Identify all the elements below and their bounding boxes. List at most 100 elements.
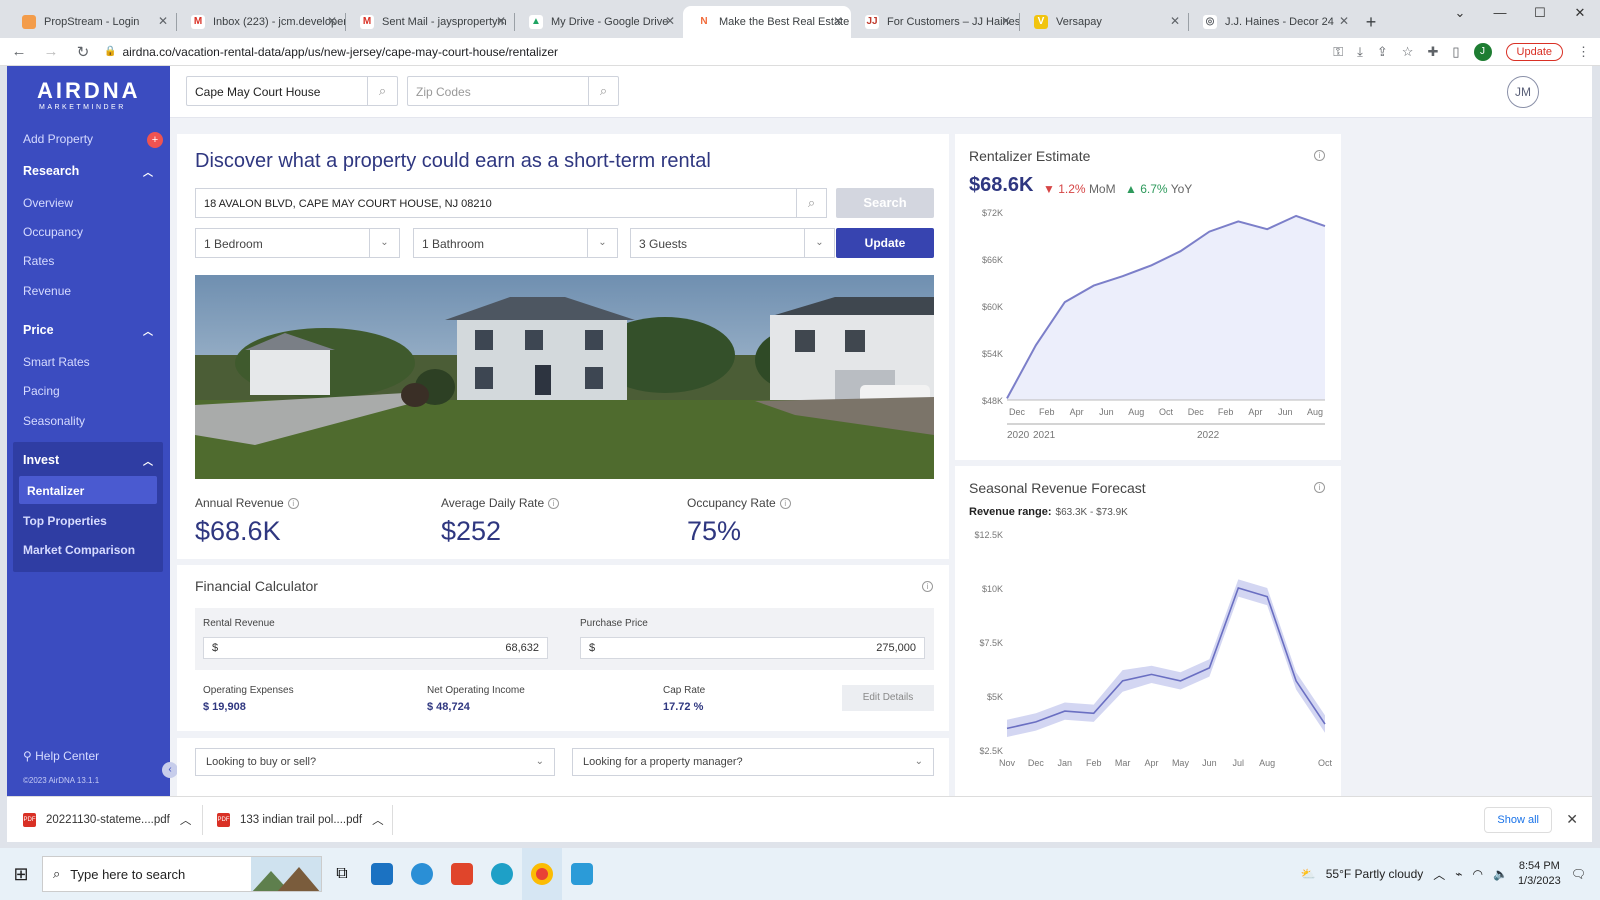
buy-sell-dropdown[interactable]: Looking to buy or sell? ⌄ bbox=[195, 748, 555, 776]
close-tab-icon[interactable]: ✕ bbox=[1339, 14, 1349, 28]
browser-update-button[interactable]: Update bbox=[1505, 42, 1563, 61]
tab-google-drive[interactable]: ▲ My Drive - Google Drive ✕ bbox=[515, 6, 683, 38]
sidebar-item-occupancy[interactable]: Occupancy bbox=[23, 225, 83, 239]
tab-sent-mail[interactable]: M Sent Mail - jayspropertym ✕ bbox=[346, 6, 514, 38]
tab-jj-haines-decor[interactable]: ◎ J.J. Haines - Decor 24 ✕ bbox=[1189, 6, 1357, 38]
tab-versapay[interactable]: V Versapay ✕ bbox=[1020, 6, 1188, 38]
maximize-icon[interactable]: ☐ bbox=[1520, 0, 1560, 30]
info-icon[interactable]: i bbox=[548, 498, 560, 510]
puzzle-extension-icon[interactable]: ✚ bbox=[1427, 44, 1438, 60]
sidebar-item-smart-rates[interactable]: Smart Rates bbox=[23, 355, 90, 369]
taskbar-search-box[interactable]: ⌕ Type here to search bbox=[42, 856, 322, 892]
close-tab-icon[interactable]: ✕ bbox=[1001, 14, 1011, 28]
tab-inbox[interactable]: M Inbox (223) - jcm.developer ✕ bbox=[177, 6, 345, 38]
side-panel-icon[interactable]: ▯ bbox=[1452, 44, 1459, 60]
close-window-icon[interactable]: ✕ bbox=[1560, 0, 1600, 30]
sidebar-item-seasonality[interactable]: Seasonality bbox=[23, 414, 85, 428]
sidebar-item-pacing[interactable]: Pacing bbox=[23, 384, 60, 398]
key-icon[interactable]: ⚿ bbox=[1333, 44, 1343, 60]
sidebar-add-property[interactable]: Add Property bbox=[23, 132, 93, 146]
office-icon[interactable] bbox=[442, 848, 482, 900]
notifications-icon[interactable]: 🗨 bbox=[1571, 867, 1586, 881]
info-icon[interactable]: i bbox=[922, 581, 933, 592]
volume-icon[interactable]: 🔈 bbox=[1493, 867, 1508, 881]
install-icon[interactable]: ⤓ bbox=[1357, 44, 1363, 60]
collapse-sidebar-icon[interactable]: ‹ bbox=[162, 762, 178, 778]
sidebar-item-market-comparison[interactable]: Market Comparison bbox=[23, 543, 135, 557]
sidebar-item-rates[interactable]: Rates bbox=[23, 254, 54, 268]
share-icon[interactable]: ⇪ bbox=[1377, 44, 1388, 60]
wifi-icon[interactable]: ◠ bbox=[1473, 867, 1483, 881]
search-icon[interactable]: ⌕ bbox=[367, 77, 397, 105]
rental-revenue-input[interactable]: $68,632 bbox=[203, 637, 548, 659]
edit-details-button[interactable]: Edit Details bbox=[842, 685, 934, 711]
profile-avatar[interactable]: J bbox=[1473, 42, 1492, 61]
remote-desktop-icon[interactable] bbox=[562, 848, 602, 900]
info-icon[interactable]: i bbox=[1314, 150, 1325, 161]
download-item[interactable]: PDF 133 indian trail pol....pdf ︿ bbox=[217, 805, 384, 835]
chevron-up-icon[interactable]: ︿ bbox=[372, 812, 384, 828]
kebab-menu-icon[interactable]: ⋮ bbox=[1577, 44, 1590, 60]
tab-airdna-active[interactable]: N Make the Best Real Estate ✕ bbox=[683, 6, 851, 38]
zip-codes-input[interactable]: Zip Codes ⌕ bbox=[407, 76, 619, 106]
network-icon[interactable]: ⌁ bbox=[1455, 867, 1462, 881]
sidebar-section-research[interactable]: Research ︿ bbox=[23, 164, 163, 179]
mail-icon[interactable] bbox=[362, 848, 402, 900]
sidebar-item-rentalizer[interactable]: Rentalizer bbox=[27, 484, 84, 498]
add-plus-icon[interactable]: + bbox=[147, 132, 163, 148]
search-button[interactable]: Search bbox=[836, 188, 934, 218]
sidebar-item-revenue[interactable]: Revenue bbox=[23, 284, 71, 298]
info-icon[interactable]: i bbox=[1314, 482, 1325, 493]
minimize-icon[interactable]: — bbox=[1480, 0, 1520, 30]
tab-jj-haines-customers[interactable]: JJ For Customers – JJ Haines ✕ bbox=[851, 6, 1019, 38]
close-tab-icon[interactable]: ✕ bbox=[665, 14, 675, 28]
download-item[interactable]: PDF 20221130-stateme....pdf ︿ bbox=[23, 805, 191, 835]
close-tab-icon[interactable]: ✕ bbox=[158, 14, 168, 28]
close-download-bar-icon[interactable]: ✕ bbox=[1566, 811, 1578, 828]
close-tab-icon[interactable]: ✕ bbox=[327, 14, 337, 28]
search-icon[interactable]: ⌕ bbox=[588, 77, 618, 105]
edge-icon[interactable] bbox=[482, 848, 522, 900]
city-search-input[interactable]: Cape May Court House ⌕ bbox=[186, 76, 398, 106]
property-manager-dropdown[interactable]: Looking for a property manager? ⌄ bbox=[572, 748, 934, 776]
page-title: Discover what a property could earn as a… bbox=[195, 150, 711, 172]
sidebar-item-top-properties[interactable]: Top Properties bbox=[23, 514, 107, 528]
sidebar-section-price[interactable]: Price ︿ bbox=[23, 323, 163, 338]
address-input[interactable]: 18 AVALON BLVD, CAPE MAY COURT HOUSE, NJ… bbox=[195, 188, 827, 218]
forward-arrow-icon[interactable]: → bbox=[38, 43, 64, 60]
info-icon[interactable]: i bbox=[287, 498, 299, 510]
purchase-price-input[interactable]: $275,000 bbox=[580, 637, 925, 659]
bathrooms-select[interactable]: 1 Bathroom ⌄ bbox=[413, 228, 618, 258]
clock[interactable]: 8:54 PM 1/3/2023 bbox=[1518, 859, 1561, 889]
reload-icon[interactable]: ↻ bbox=[70, 43, 96, 61]
tab-search-chevron-icon[interactable]: ⌄ bbox=[1440, 0, 1480, 30]
close-tab-icon[interactable]: ✕ bbox=[833, 14, 843, 28]
help-center-link[interactable]: ⚲ Help Center bbox=[23, 749, 99, 763]
search-icon[interactable]: ⌕ bbox=[796, 189, 826, 217]
chrome-icon[interactable] bbox=[522, 848, 562, 900]
update-button[interactable]: Update bbox=[836, 228, 934, 258]
weather-icon[interactable]: ⛅ bbox=[1301, 867, 1316, 881]
task-view-icon[interactable]: ⧉ bbox=[322, 848, 362, 900]
url-field[interactable]: 🔒 airdna.co/vacation-rental-data/app/us/n… bbox=[104, 45, 1333, 59]
show-all-downloads-button[interactable]: Show all bbox=[1484, 807, 1552, 833]
guests-select[interactable]: 3 Guests ⌄ bbox=[630, 228, 835, 258]
airdna-logo[interactable]: AIRDNA bbox=[37, 78, 141, 104]
sidebar-item-overview[interactable]: Overview bbox=[23, 196, 73, 210]
windows-start-icon[interactable]: ⊞ bbox=[0, 864, 42, 885]
bedrooms-select[interactable]: 1 Bedroom ⌄ bbox=[195, 228, 400, 258]
edge-legacy-icon[interactable] bbox=[402, 848, 442, 900]
user-avatar[interactable]: JM bbox=[1507, 76, 1539, 108]
info-icon[interactable]: i bbox=[779, 498, 791, 510]
chevron-up-icon[interactable]: ︿ bbox=[1433, 866, 1445, 883]
sidebar-section-invest[interactable]: Invest ︿ bbox=[23, 453, 163, 468]
tab-propstream[interactable]: PropStream - Login ✕ bbox=[8, 6, 176, 38]
weather-text[interactable]: 55°F Partly cloudy bbox=[1326, 867, 1424, 881]
close-tab-icon[interactable]: ✕ bbox=[1170, 14, 1180, 28]
y-tick-label: $12.5K bbox=[974, 530, 1003, 540]
close-tab-icon[interactable]: ✕ bbox=[496, 14, 506, 28]
back-arrow-icon[interactable]: ← bbox=[6, 43, 32, 60]
bookmark-star-icon[interactable]: ☆ bbox=[1402, 44, 1414, 60]
new-tab-button[interactable]: + bbox=[1357, 6, 1385, 38]
chevron-up-icon[interactable]: ︿ bbox=[180, 812, 192, 828]
